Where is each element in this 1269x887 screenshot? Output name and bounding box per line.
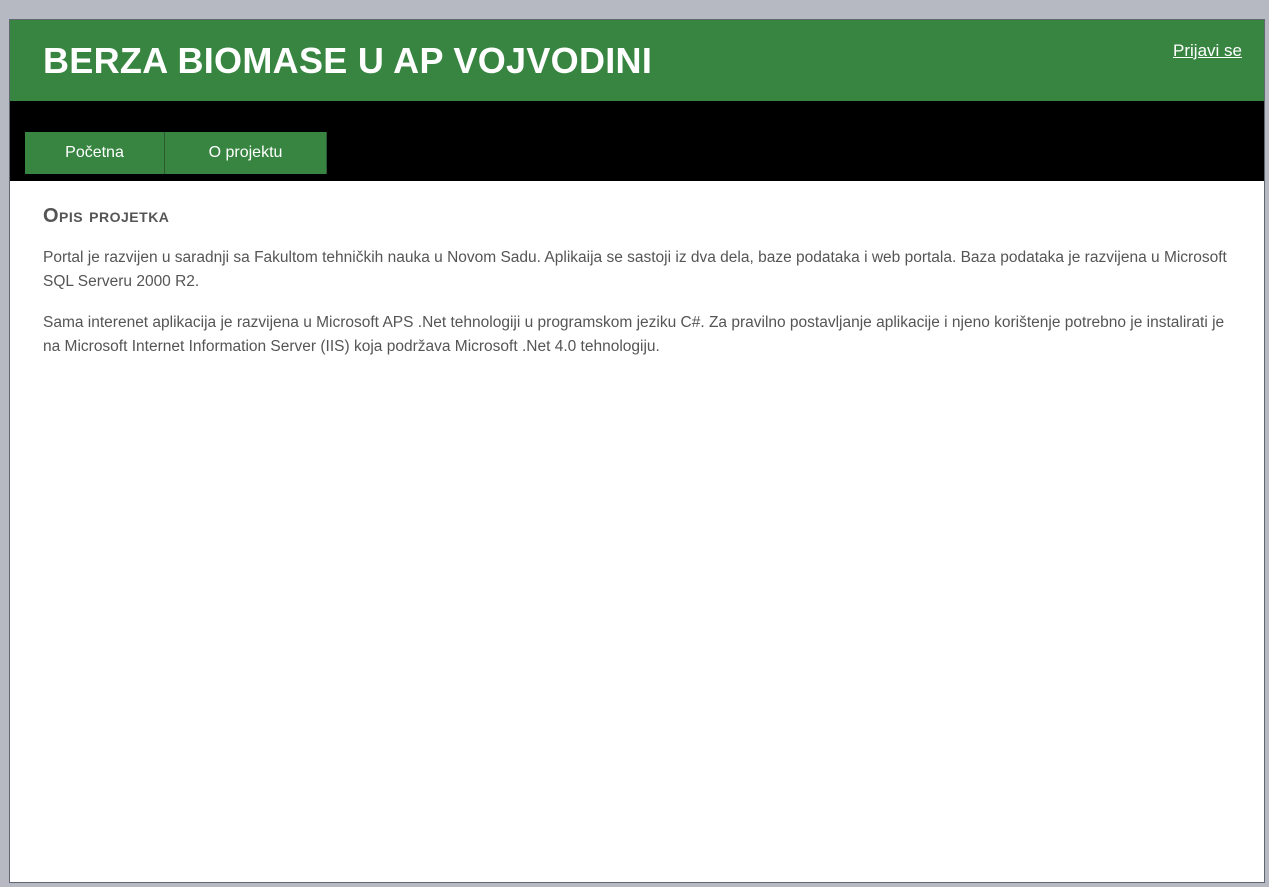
- login-link[interactable]: Prijavi se: [1173, 41, 1242, 61]
- menu-item-pocetna[interactable]: Početna: [25, 132, 165, 174]
- page-container: BERZA BIOMASE U AP VOJVODINI Prijavi se …: [9, 19, 1265, 883]
- menu-item-o-projektu[interactable]: O projektu: [165, 132, 327, 174]
- site-title: BERZA BIOMASE U AP VOJVODINI: [43, 40, 653, 81]
- nav-bar: Početna O projektu: [10, 101, 1264, 181]
- main-menu: Početna O projektu: [25, 132, 327, 174]
- paragraph-intro: Portal je razvijen u saradnji sa Fakulto…: [43, 249, 1227, 290]
- site-header: BERZA BIOMASE U AP VOJVODINI Prijavi se: [10, 20, 1264, 101]
- paragraph-tech: Sama interenet aplikacija je razvijena u…: [43, 314, 1225, 355]
- main-content: Opis projetka Portal je razvijen u sarad…: [43, 205, 1243, 376]
- page-title: Opis projetka: [43, 205, 170, 227]
